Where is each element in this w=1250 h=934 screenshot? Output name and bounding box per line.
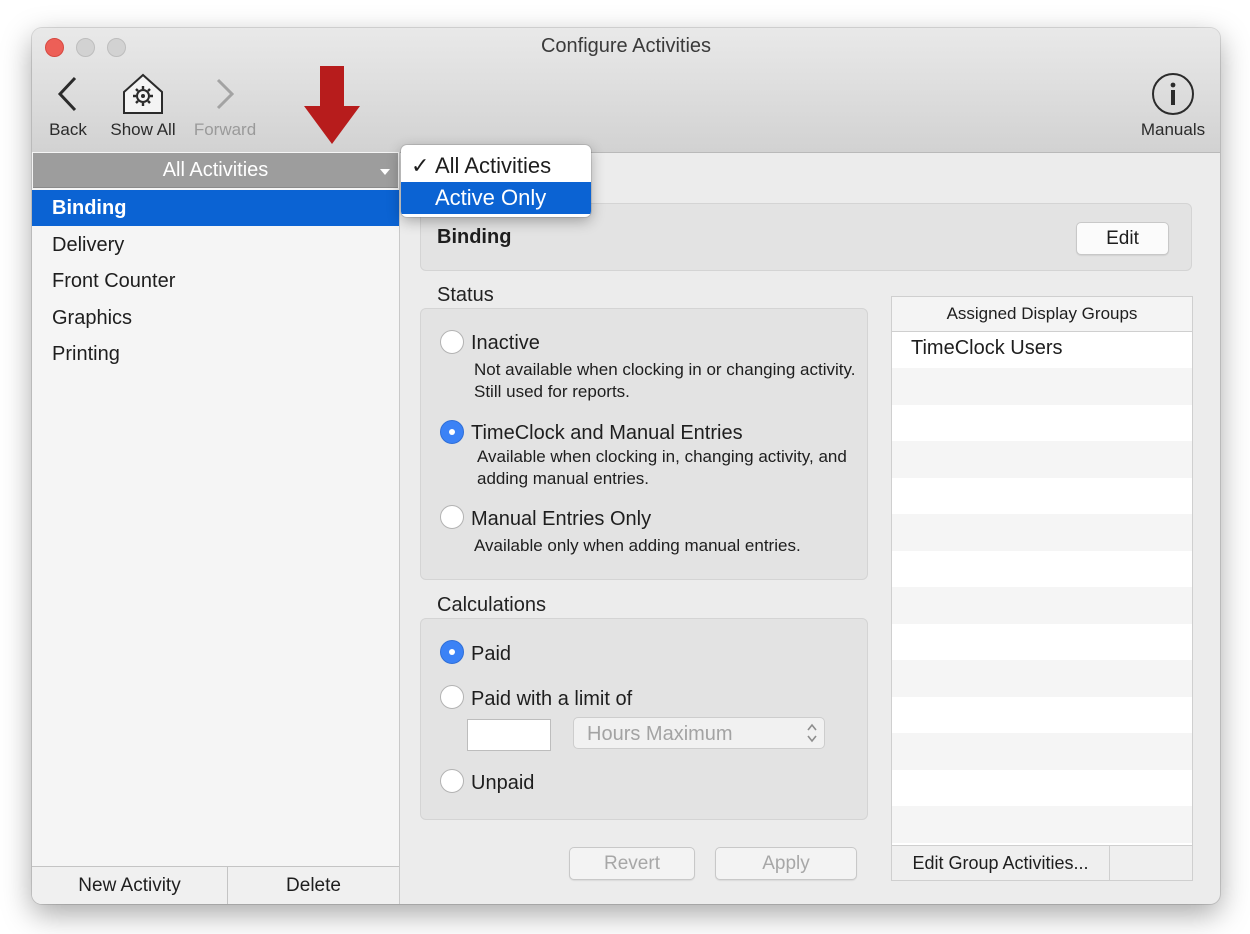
- limit-unit-value: Hours Maximum: [587, 723, 733, 745]
- calc-paid-limit-radio[interactable]: [440, 685, 464, 709]
- status-inactive-desc: Not available when clocking in or changi…: [474, 360, 856, 401]
- groups-header: Assigned Display Groups: [892, 297, 1192, 332]
- status-inactive-label: Inactive: [471, 332, 540, 354]
- status-manual-label: Manual Entries Only: [471, 508, 652, 530]
- menu-item-all-activities[interactable]: ✓ All Activities: [401, 150, 591, 182]
- calc-paid-limit-label: Paid with a limit of: [471, 688, 633, 710]
- status-timeclock-label: TimeClock and Manual Entries: [471, 422, 743, 444]
- groups-footer: Edit Group Activities...: [892, 845, 1192, 880]
- down-arrow-icon: [304, 66, 360, 149]
- activity-filter-popup[interactable]: All Activities: [33, 153, 398, 188]
- house-gear-icon: [104, 68, 182, 120]
- delete-activity-button[interactable]: Delete: [228, 867, 399, 904]
- group-name[interactable]: TimeClock Users: [911, 337, 1063, 360]
- info-icon: [1134, 68, 1212, 120]
- chevron-left-icon: [42, 68, 94, 120]
- table-row: [892, 660, 1192, 697]
- back-button[interactable]: Back: [42, 68, 94, 140]
- table-row: [892, 733, 1192, 770]
- status-manual-desc: Available only when adding manual entrie…: [474, 536, 801, 555]
- activity-item[interactable]: Binding: [32, 190, 399, 226]
- back-label: Back: [49, 120, 87, 139]
- up-down-chevron-icon: [806, 722, 818, 749]
- calculations-panel: Paid Paid with a limit of Hours Maximum …: [420, 618, 868, 820]
- show-all-label: Show All: [110, 120, 176, 139]
- calc-paid-label: Paid: [471, 643, 512, 665]
- table-row: [892, 587, 1192, 624]
- table-row: [892, 441, 1192, 478]
- status-label: Status: [437, 284, 494, 306]
- activity-filter-label: All Activities: [162, 158, 269, 181]
- new-activity-button[interactable]: New Activity: [32, 867, 228, 904]
- revert-button[interactable]: Revert: [569, 847, 695, 880]
- activity-name: Binding: [437, 226, 512, 248]
- edit-button[interactable]: Edit: [1076, 222, 1169, 255]
- status-timeclock-radio[interactable]: [440, 420, 464, 444]
- table-row: [892, 478, 1192, 515]
- status-inactive-radio[interactable]: [440, 330, 464, 354]
- show-all-button[interactable]: Show All: [104, 68, 182, 140]
- table-row: [892, 806, 1192, 843]
- status-panel: Inactive Not available when clocking in …: [420, 308, 868, 580]
- sidebar-footer: New Activity Delete: [32, 866, 399, 904]
- calculations-label: Calculations: [437, 594, 546, 616]
- limit-unit-select[interactable]: Hours Maximum: [573, 717, 825, 749]
- calc-paid-radio[interactable]: [440, 640, 464, 664]
- activity-item[interactable]: Graphics: [32, 300, 399, 336]
- table-row: [892, 770, 1192, 807]
- table-row: [892, 624, 1192, 661]
- menu-item-label: Active Only: [435, 185, 547, 210]
- manuals-label: Manuals: [1140, 120, 1206, 139]
- assigned-display-groups-table: Assigned Display Groups TimeClock Users …: [891, 296, 1193, 881]
- window-title: Configure Activities: [540, 35, 712, 57]
- forward-label: Forward: [193, 120, 257, 139]
- activity-sidebar: All Activities Binding Delivery Front Co…: [32, 152, 400, 904]
- limit-hours-input[interactable]: [467, 719, 551, 751]
- edit-group-activities-button[interactable]: Edit Group Activities...: [892, 846, 1110, 880]
- status-manual-radio[interactable]: [440, 505, 464, 529]
- caret-down-icon: [380, 169, 390, 175]
- forward-button[interactable]: Forward: [189, 68, 261, 140]
- apply-button[interactable]: Apply: [715, 847, 857, 880]
- activity-item[interactable]: Printing: [32, 336, 399, 372]
- table-row: [892, 551, 1192, 588]
- manuals-button[interactable]: Manuals: [1134, 68, 1212, 140]
- menu-item-active-only[interactable]: Active Only: [401, 182, 591, 214]
- activity-item[interactable]: Front Counter: [32, 263, 399, 299]
- configure-activities-window: Configure Activities Back Show All Forwa…: [32, 28, 1220, 904]
- titlebar: Configure Activities Back Show All Forwa…: [32, 28, 1220, 153]
- table-row: [892, 697, 1192, 734]
- activity-filter-menu: ✓ All Activities Active Only: [401, 145, 591, 217]
- activity-item[interactable]: Delivery: [32, 227, 399, 263]
- table-row: [892, 405, 1192, 442]
- table-row: [892, 368, 1192, 405]
- chevron-right-icon: [189, 68, 261, 120]
- calc-unpaid-radio[interactable]: [440, 769, 464, 793]
- calc-unpaid-label: Unpaid: [471, 772, 535, 794]
- status-timeclock-desc: Available when clocking in, changing act…: [477, 447, 847, 488]
- menu-item-label: All Activities: [435, 153, 552, 178]
- checkmark-icon: ✓: [411, 153, 430, 178]
- table-row: [892, 514, 1192, 551]
